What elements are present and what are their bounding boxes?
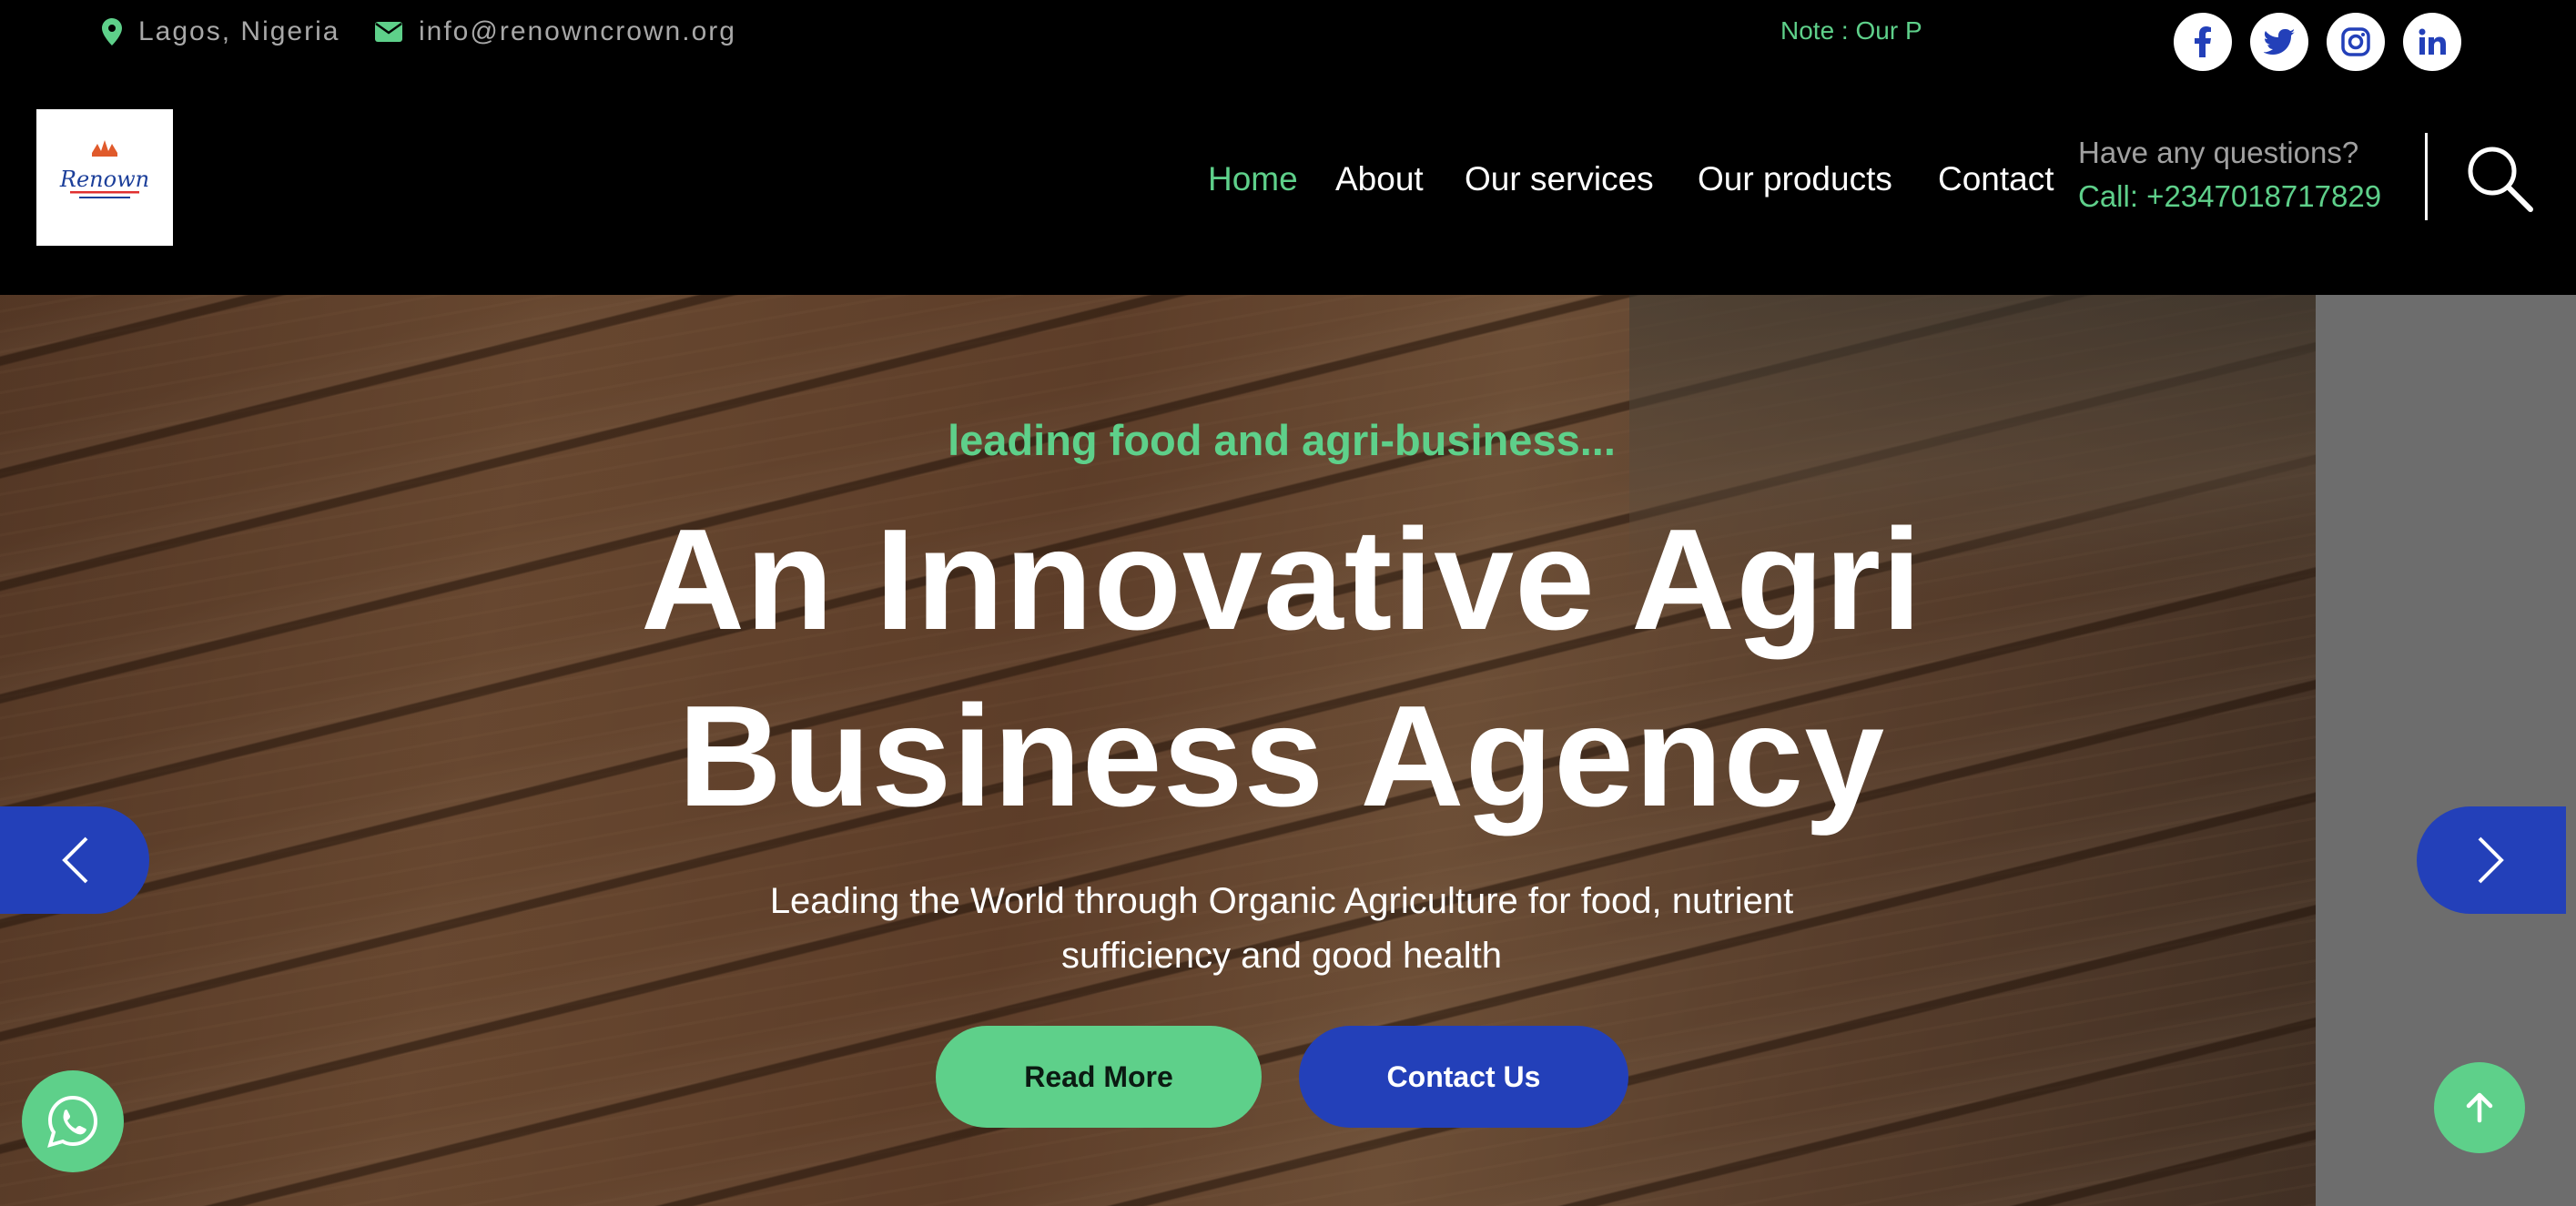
note-ticker: Note : Our P bbox=[1780, 16, 1922, 45]
whatsapp-icon bbox=[47, 1095, 98, 1148]
envelope-icon bbox=[375, 22, 402, 42]
search-button[interactable] bbox=[2465, 144, 2534, 213]
phone-link[interactable]: Call: +2347018717829 bbox=[2078, 179, 2381, 214]
instagram-icon bbox=[2341, 27, 2370, 56]
nav-about[interactable]: About bbox=[1335, 160, 1424, 198]
hero-title: An Innovative Agri Business Agency bbox=[0, 492, 2563, 845]
email-link[interactable]: info@renowncrown.org bbox=[419, 16, 736, 47]
hero-subtitle-line2: sufficiency and good health bbox=[1060, 936, 1503, 976]
location-text: Lagos, Nigeria bbox=[138, 16, 340, 46]
top-bar: Lagos, Nigeria info@renowncrown.org Note… bbox=[0, 0, 2576, 71]
chevron-right-icon bbox=[2478, 836, 2504, 884]
nav-our-services[interactable]: Our services bbox=[1465, 160, 1654, 198]
nav-home[interactable]: Home bbox=[1208, 160, 1298, 198]
search-icon bbox=[2468, 147, 2533, 212]
arrow-up-icon bbox=[2466, 1092, 2493, 1123]
scroll-to-top-button[interactable] bbox=[2434, 1062, 2525, 1153]
linkedin-link[interactable] bbox=[2403, 13, 2461, 71]
map-pin-icon bbox=[102, 18, 122, 46]
questions-label: Have any questions? bbox=[2078, 136, 2359, 169]
nav-our-products[interactable]: Our products bbox=[1698, 160, 1892, 198]
twitter-link[interactable] bbox=[2250, 13, 2308, 71]
crown-logo-icon: Renown bbox=[59, 140, 149, 198]
instagram-link[interactable] bbox=[2327, 13, 2385, 71]
company-logo[interactable]: Renown bbox=[36, 109, 173, 246]
chevron-left-icon bbox=[62, 836, 88, 884]
main-header: Renown Home About Our services Our produ… bbox=[0, 71, 2576, 295]
hero-subtitle-line1: Leading the World through Organic Agricu… bbox=[769, 881, 1794, 921]
hero-tagline: leading food and agri-business... bbox=[948, 416, 1616, 464]
header-divider bbox=[2425, 133, 2428, 220]
slider-prev-button[interactable] bbox=[0, 806, 149, 914]
read-more-button[interactable]: Read More bbox=[936, 1026, 1262, 1128]
slider-next-button[interactable] bbox=[2417, 806, 2566, 914]
location-info: Lagos, Nigeria bbox=[102, 16, 340, 47]
linkedin-icon bbox=[2419, 28, 2446, 56]
hero-subtitle: Leading the World through Organic Agricu… bbox=[0, 874, 2563, 983]
facebook-icon bbox=[2194, 26, 2212, 57]
contact-us-button[interactable]: Contact Us bbox=[1299, 1026, 1628, 1128]
twitter-icon bbox=[2264, 29, 2295, 55]
hero-title-line2: Business Agency bbox=[677, 676, 1886, 836]
nav-contact[interactable]: Contact bbox=[1938, 160, 2054, 198]
email-info[interactable]: info@renowncrown.org bbox=[375, 16, 736, 47]
hero-title-line1: An Innovative Agri bbox=[641, 500, 1922, 660]
whatsapp-button[interactable] bbox=[22, 1070, 124, 1172]
svg-text:Renown: Renown bbox=[59, 167, 149, 192]
facebook-link[interactable] bbox=[2174, 13, 2232, 71]
